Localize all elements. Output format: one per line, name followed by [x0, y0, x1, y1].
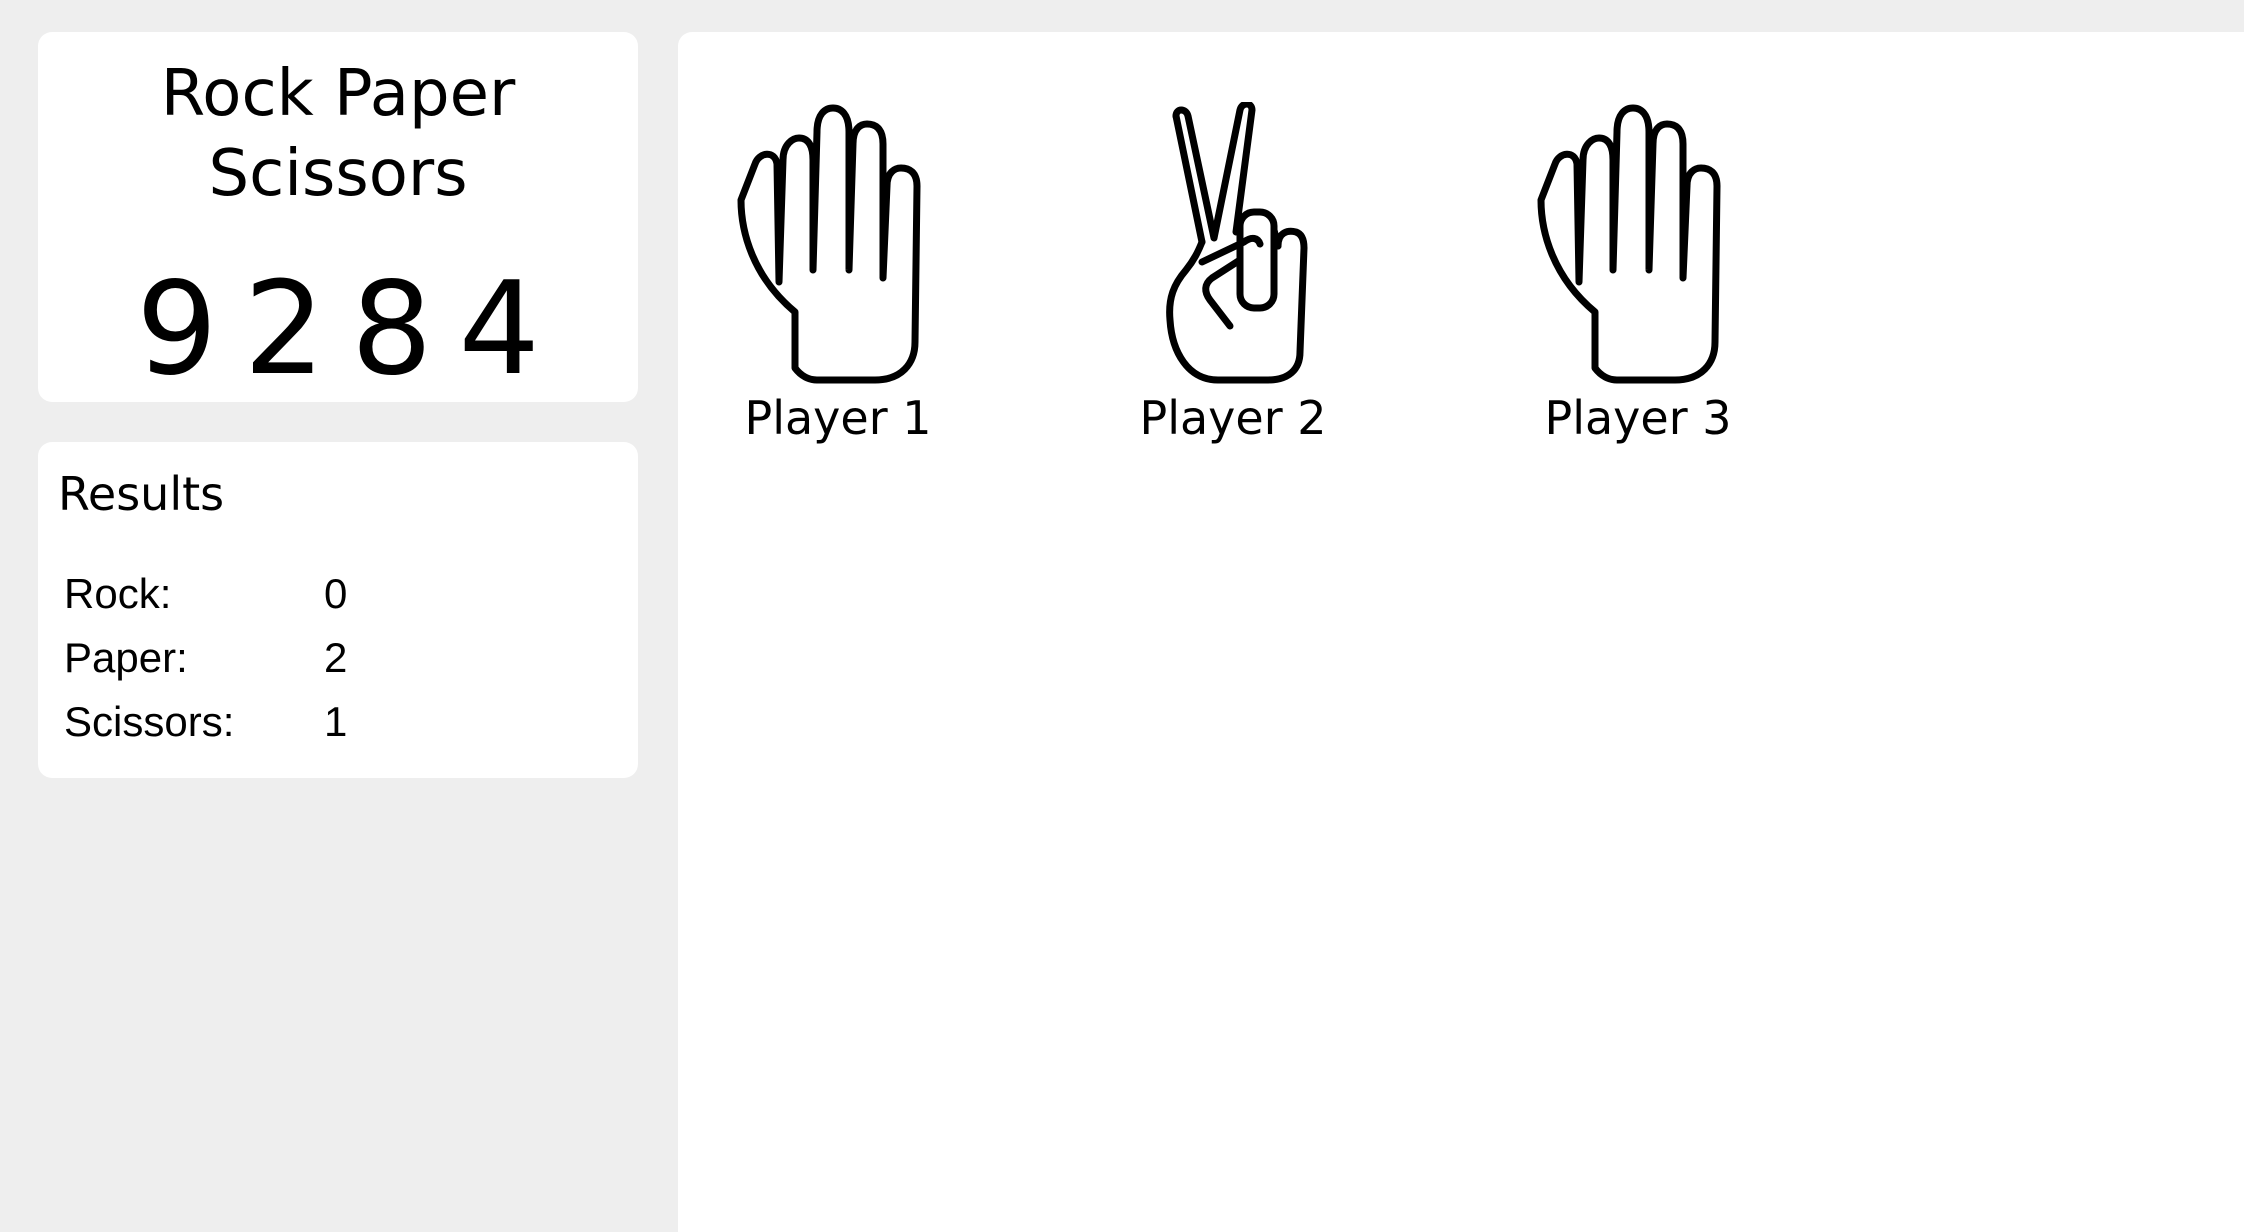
results-label-rock: Rock:: [64, 570, 172, 617]
results-heading: Results: [58, 467, 225, 521]
round-counter: 9284: [136, 255, 566, 404]
player-3: Player 3: [1508, 102, 1768, 446]
peace-hand-icon: [1166, 102, 1308, 384]
player-1: Player 1: [708, 102, 968, 446]
player-1-label: Player 1: [744, 391, 932, 445]
results-row-paper: Paper: 2: [64, 626, 347, 690]
results-value-scissors: 1: [324, 698, 348, 745]
game-stage: Player 1 Player 2 Player 3: [678, 32, 2244, 1232]
results-row-rock: Rock: 0: [64, 562, 347, 626]
app-title: Rock Paper Scissors: [38, 54, 638, 214]
open-hand-icon: [1537, 104, 1721, 384]
results-value-paper: 2: [324, 634, 348, 681]
player-3-label: Player 3: [1544, 391, 1732, 445]
player-2-label: Player 2: [1139, 391, 1327, 445]
results-value-rock: 0: [324, 570, 348, 617]
app-title-line-2: Scissors: [208, 137, 468, 211]
title-card: Rock Paper Scissors 9284: [38, 32, 638, 402]
results-table: Rock: 0 Paper: 2 Scissors: 1: [64, 562, 347, 754]
results-card: Results Rock: 0 Paper: 2 Scissors: 1: [38, 442, 638, 778]
results-label-paper: Paper:: [64, 634, 188, 681]
app-title-line-1: Rock Paper: [160, 57, 516, 131]
results-label-scissors: Scissors:: [64, 698, 235, 745]
player-2: Player 2: [1103, 102, 1363, 446]
open-hand-icon: [737, 104, 921, 384]
results-row-scissors: Scissors: 1: [64, 690, 347, 754]
